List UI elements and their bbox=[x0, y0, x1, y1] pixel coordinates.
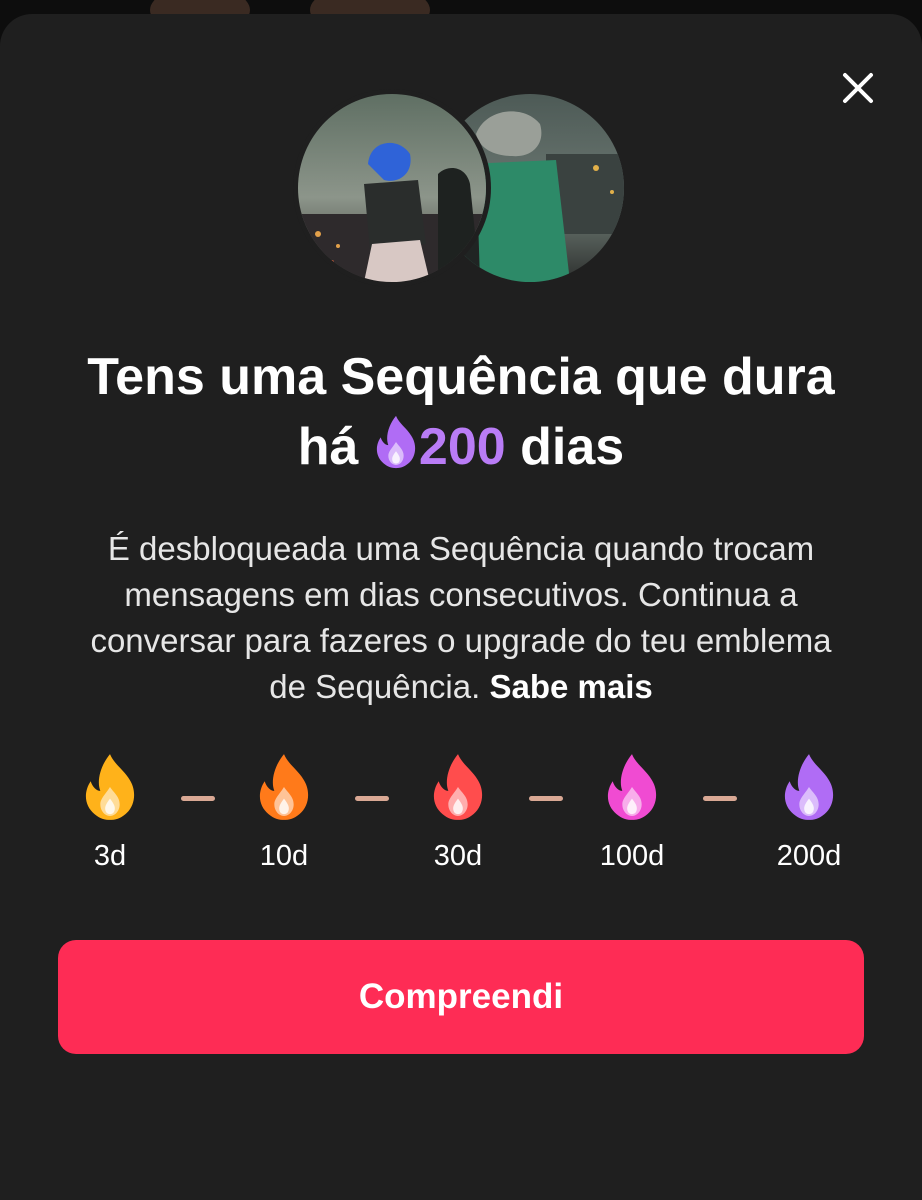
streak-title: Tens uma Sequência que dura há 200 dias bbox=[60, 342, 862, 482]
tier-connector bbox=[529, 796, 563, 801]
flame-icon-yellow bbox=[81, 752, 139, 822]
understood-button[interactable]: Compreendi bbox=[58, 940, 864, 1054]
streak-tier-list: 3d 10d 30d 100d 200d bbox=[0, 752, 922, 882]
tier-10d: 10d bbox=[224, 752, 344, 873]
title-suffix: dias bbox=[520, 418, 625, 476]
streak-count: 200 bbox=[418, 418, 506, 476]
tier-200d: 200d bbox=[749, 752, 869, 873]
streak-bottom-sheet: Tens uma Sequência que dura há 200 dias … bbox=[0, 14, 922, 1200]
avatar-user-1 bbox=[298, 94, 486, 282]
description-text: É desbloqueada uma Sequência quando troc… bbox=[90, 530, 832, 705]
tier-30d: 30d bbox=[398, 752, 518, 873]
tier-label: 3d bbox=[93, 840, 127, 872]
tier-label: 200d bbox=[776, 840, 842, 872]
tier-label: 100d bbox=[599, 840, 665, 872]
tier-label: 30d bbox=[433, 840, 483, 872]
tier-connector bbox=[355, 796, 389, 801]
tier-label: 10d bbox=[259, 840, 309, 872]
flame-icon-red bbox=[429, 752, 487, 822]
flame-icon-purple bbox=[373, 414, 419, 470]
flame-icon-pink bbox=[603, 752, 661, 822]
flame-icon-orange bbox=[255, 752, 313, 822]
streak-description: É desbloqueada uma Sequência quando troc… bbox=[70, 526, 852, 710]
learn-more-link[interactable]: Sabe mais bbox=[489, 668, 652, 705]
tier-3d: 3d bbox=[50, 752, 170, 873]
tier-100d: 100d bbox=[572, 752, 692, 873]
tier-connector bbox=[181, 796, 215, 801]
tier-connector bbox=[703, 796, 737, 801]
participants-avatars bbox=[0, 94, 922, 286]
flame-icon-purple bbox=[780, 752, 838, 822]
